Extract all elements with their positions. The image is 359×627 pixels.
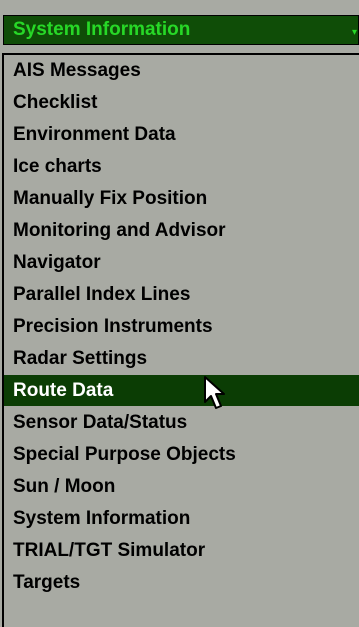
- list-item[interactable]: TRIAL/TGT Simulator: [4, 535, 359, 566]
- list-item[interactable]: Precision Instruments: [4, 311, 359, 342]
- page-select-combo[interactable]: System Information ▾: [3, 15, 359, 45]
- list-item[interactable]: Parallel Index Lines: [4, 279, 359, 310]
- list-item[interactable]: Navigator: [4, 247, 359, 278]
- list-item[interactable]: Special Purpose Objects: [4, 439, 359, 470]
- combo-selected-value: System Information: [13, 19, 191, 40]
- list-item[interactable]: Environment Data: [4, 119, 359, 150]
- list-item[interactable]: Manually Fix Position: [4, 183, 359, 214]
- dropdown-panel: System Information ▾ AIS Messages Checkl…: [0, 0, 359, 627]
- list-item[interactable]: Sun / Moon: [4, 471, 359, 502]
- list-item[interactable]: Sensor Data/Status: [4, 407, 359, 438]
- list-item[interactable]: System Information: [4, 503, 359, 534]
- list-item[interactable]: AIS Messages: [4, 55, 359, 86]
- chevron-down-icon[interactable]: ▾: [352, 26, 359, 40]
- combo-header: System Information ▾: [0, 0, 359, 46]
- list-item[interactable]: Radar Settings: [4, 343, 359, 374]
- combo-separator: [0, 45, 359, 53]
- dropdown-list: AIS Messages Checklist Environment Data …: [2, 53, 359, 627]
- list-item[interactable]: Targets: [4, 567, 359, 598]
- list-item[interactable]: Ice charts: [4, 151, 359, 182]
- list-item[interactable]: Monitoring and Advisor: [4, 215, 359, 246]
- list-item-selected[interactable]: Route Data: [4, 375, 359, 406]
- list-item[interactable]: Checklist: [4, 87, 359, 118]
